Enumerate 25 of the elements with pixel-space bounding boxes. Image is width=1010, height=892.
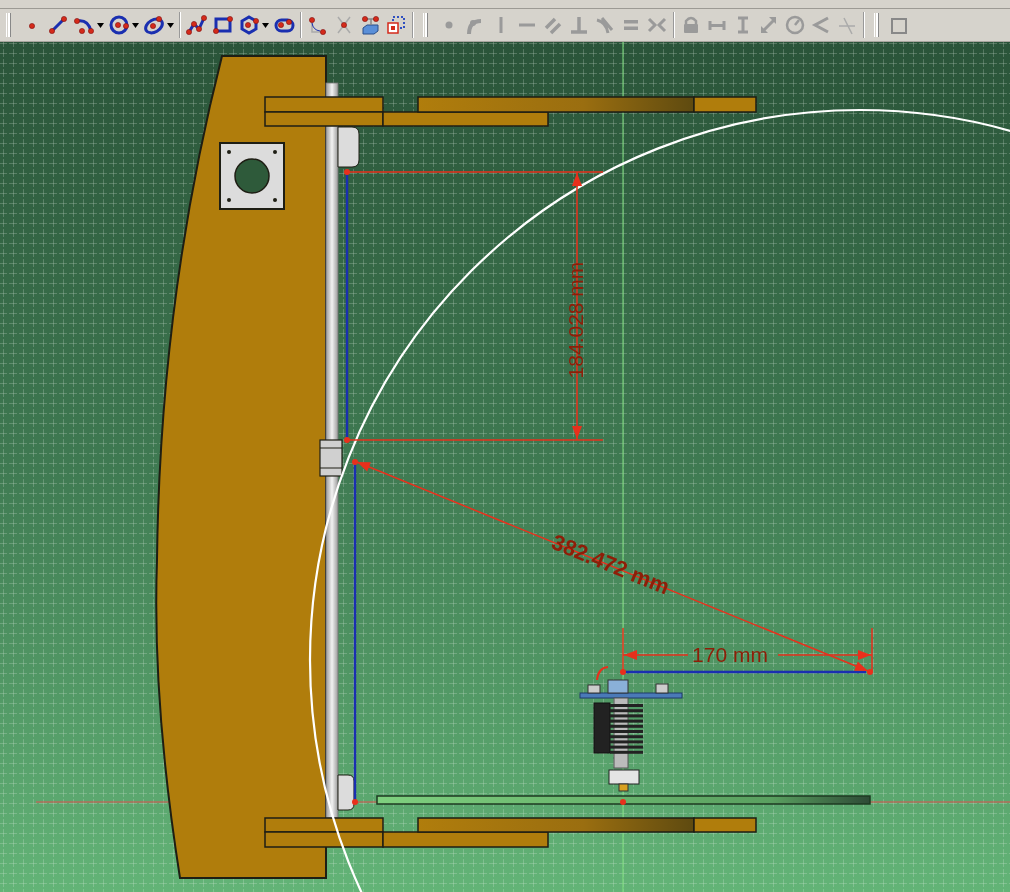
perpendicular-icon[interactable] [568, 14, 590, 36]
hexagon-icon[interactable] [238, 14, 260, 36]
carriage-block [337, 774, 355, 811]
toolbar-grip[interactable] [423, 13, 428, 37]
construction-mode-icon[interactable] [385, 14, 407, 36]
external-geometry-icon[interactable] [359, 14, 381, 36]
rod-clamp-drawing [319, 439, 343, 477]
toolbar-grip[interactable] [6, 13, 11, 37]
toolbar-grip[interactable] [874, 13, 879, 37]
polyline-icon[interactable] [186, 14, 208, 36]
radius-icon[interactable] [784, 14, 806, 36]
line-icon[interactable] [47, 14, 69, 36]
motor-mount-drawing [219, 142, 285, 210]
rectangle-icon[interactable] [212, 14, 234, 36]
caret-icon[interactable] [262, 22, 269, 28]
caret-icon[interactable] [167, 22, 174, 28]
circle-icon[interactable] [108, 14, 130, 36]
caret-icon[interactable] [132, 22, 139, 28]
carriage-block [337, 126, 360, 168]
tangent-icon[interactable] [594, 14, 616, 36]
caret-icon[interactable] [97, 22, 104, 28]
fillet-icon[interactable] [307, 14, 329, 36]
ellipse-icon[interactable] [143, 14, 165, 36]
dimension-label[interactable]: 170 mm [692, 642, 768, 666]
dimension-label[interactable]: 184.028 mm [563, 261, 587, 379]
